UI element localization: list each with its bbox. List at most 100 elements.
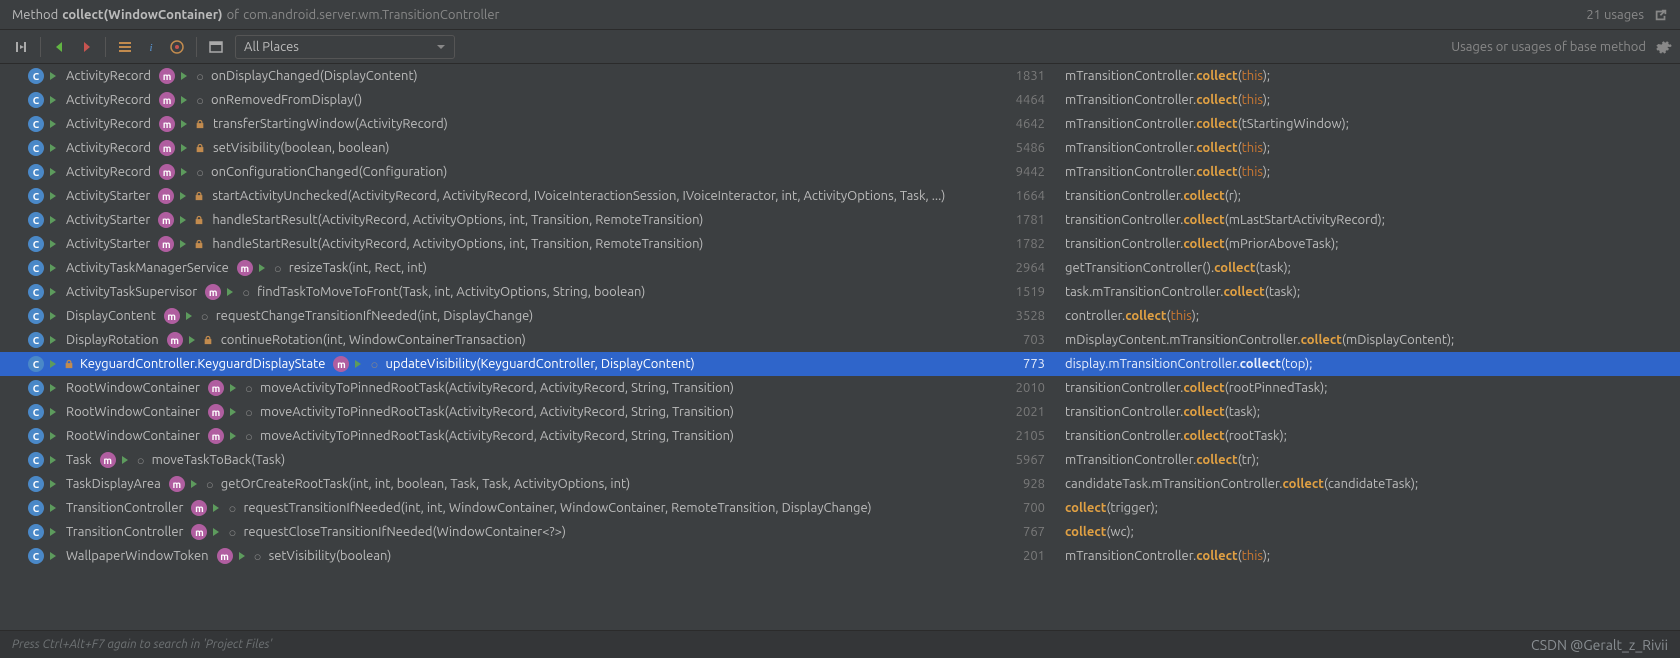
scope-select[interactable]: All Places [235,35,455,59]
prev-occurrence-button[interactable] [47,34,73,60]
line-number: 928 [1005,477,1065,491]
class-icon: C [28,524,44,540]
usage-row[interactable]: CWallpaperWindowTokenm○setVisibility(boo… [0,544,1680,568]
next-occurrence-button[interactable] [73,34,99,60]
class-name: Task [66,453,92,467]
usage-snippet: candidateTask.mTransitionController.coll… [1065,477,1670,491]
usage-row[interactable]: CActivityStartermhandleStartResult(Activ… [0,232,1680,256]
header-left: Method collect(WindowContainer) of com.a… [12,8,1586,22]
method-icon: m [208,428,224,444]
fold-icon [48,310,60,322]
method-signature: setVisibility(boolean) [269,549,392,563]
row-left: CKeyguardController.KeyguardDisplayState… [28,356,1005,372]
usage-row[interactable]: CActivityStartermhandleStartResult(Activ… [0,208,1680,232]
usages-list[interactable]: CActivityRecordm○onDisplayChanged(Displa… [0,64,1680,630]
row-left: CRootWindowContainerm○moveActivityToPinn… [28,404,1005,420]
visibility-icon: ○ [200,309,210,324]
usage-row[interactable]: CActivityRecordm○onRemovedFromDisplay()4… [0,88,1680,112]
usage-row[interactable]: CActivityRecordm○onDisplayChanged(Displa… [0,64,1680,88]
header-right: 21 usages [1586,8,1668,22]
method-icon: m [208,380,224,396]
lock-icon [195,142,207,154]
class-icon: C [28,356,44,372]
expand-all-button[interactable] [8,34,34,60]
class-name: WallpaperWindowToken [66,549,209,563]
lock-icon [64,358,76,370]
usage-snippet: transitionController.collect(rootTask); [1065,429,1670,443]
method-icon: m [237,260,253,276]
usage-row[interactable]: CKeyguardController.KeyguardDisplayState… [0,352,1680,376]
usage-row[interactable]: CTransitionControllerm○requestCloseTrans… [0,520,1680,544]
usage-row[interactable]: CActivityTaskManagerServicem○resizeTask(… [0,256,1680,280]
line-number: 1782 [1005,237,1065,251]
fold-icon [353,358,365,370]
usage-row[interactable]: CActivityRecordmsetVisibility(boolean, b… [0,136,1680,160]
usage-row[interactable]: CRootWindowContainerm○moveActivityToPinn… [0,400,1680,424]
method-signature: continueRotation(int, WindowContainerTra… [221,333,526,347]
line-number: 4642 [1005,117,1065,131]
method-icon: m [191,524,207,540]
fold-icon [48,118,60,130]
row-left: CActivityStartermhandleStartResult(Activ… [28,212,1005,228]
fold-icon [48,526,60,538]
line-number: 1781 [1005,213,1065,227]
class-icon: C [28,92,44,108]
line-number: 9442 [1005,165,1065,179]
class-icon: C [28,260,44,276]
usage-snippet: mTransitionController.collect(this); [1065,93,1670,107]
method-icon: m [205,284,221,300]
method-icon: m [159,68,175,84]
fold-icon [178,190,190,202]
usage-snippet: mTransitionController.collect(this); [1065,69,1670,83]
fold-icon [178,238,190,250]
fold-icon [48,502,60,514]
usage-row[interactable]: CActivityStartermstartActivityUnchecked(… [0,184,1680,208]
show-write-access-button[interactable] [164,34,190,60]
footer: Press Ctrl+Alt+F7 again to search in 'Pr… [0,630,1680,658]
usage-row[interactable]: CTaskDisplayAream○getOrCreateRootTask(in… [0,472,1680,496]
usage-row[interactable]: CActivityRecordm○onConfigurationChanged(… [0,160,1680,184]
toolbar-right: Usages or usages of base method [1451,39,1672,55]
row-left: CDisplayRotationmcontinueRotation(int, W… [28,332,1005,348]
class-name: ActivityStarter [66,213,150,227]
usage-snippet: getTransitionController().collect(task); [1065,261,1670,275]
show-read-access-button[interactable]: i [138,34,164,60]
method-icon: m [100,452,116,468]
row-left: CActivityStartermstartActivityUnchecked(… [28,188,1005,204]
usage-row[interactable]: CRootWindowContainerm○moveActivityToPinn… [0,424,1680,448]
class-name: ActivityTaskSupervisor [66,285,197,299]
svg-text:i: i [149,42,152,54]
row-left: CTransitionControllerm○requestTransition… [28,500,1005,516]
usage-row[interactable]: CDisplayContentm○requestChangeTransition… [0,304,1680,328]
usage-row[interactable]: CTransitionControllerm○requestTransition… [0,496,1680,520]
usage-row[interactable]: CTaskm○moveTaskToBack(Task)5967mTransiti… [0,448,1680,472]
method-signature: findTaskToMoveToFront(Task, int, Activit… [257,285,645,299]
usage-row[interactable]: CRootWindowContainerm○moveActivityToPinn… [0,376,1680,400]
line-number: 1519 [1005,285,1065,299]
group-by-button[interactable] [112,34,138,60]
gear-icon[interactable] [1656,39,1672,55]
method-signature: setVisibility(boolean, boolean) [213,141,389,155]
class-name: TransitionController [66,525,183,539]
usage-row[interactable]: CActivityTaskSupervisorm○findTaskToMoveT… [0,280,1680,304]
footer-watermark: CSDN @Geralt_z_Rivii [1531,637,1668,653]
fold-icon [179,94,191,106]
open-in-tool-window-button[interactable] [203,34,229,60]
method-signature: requestChangeTransitionIfNeeded(int, Dis… [216,309,534,323]
fold-icon [48,190,60,202]
line-number: 4464 [1005,93,1065,107]
row-left: CActivityStartermhandleStartResult(Activ… [28,236,1005,252]
fold-icon [179,142,191,154]
class-icon: C [28,284,44,300]
usage-row[interactable]: CActivityRecordmtransferStartingWindow(A… [0,112,1680,136]
line-number: 773 [1005,357,1065,371]
method-signature: moveActivityToPinnedRootTask(ActivityRec… [260,405,734,419]
external-window-icon[interactable] [1654,8,1668,22]
fold-icon [187,334,199,346]
class-icon: C [28,212,44,228]
class-icon: C [28,332,44,348]
class-name: ActivityTaskManagerService [66,261,229,275]
usage-row[interactable]: CDisplayRotationmcontinueRotation(int, W… [0,328,1680,352]
class-icon: C [28,380,44,396]
class-icon: C [28,164,44,180]
